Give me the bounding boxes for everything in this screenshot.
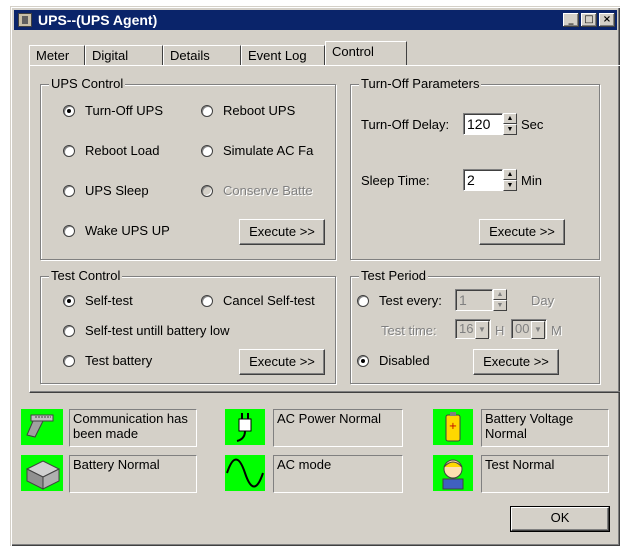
radio-indicator — [201, 294, 213, 307]
control-panel: UPS Control Turn-Off UPS Reboot UPS Rebo… — [29, 65, 620, 393]
radio-indicator — [63, 104, 75, 117]
radio-indicator — [201, 184, 213, 197]
chevron-down-icon: ▼ — [531, 321, 545, 339]
ac-mode-status: AC mode — [273, 455, 403, 493]
radio-indicator — [63, 144, 75, 157]
ok-button[interactable]: OK — [510, 506, 610, 532]
radio-indicator — [357, 354, 369, 367]
test-period-group: Test Period Test every: 1 ▲ ▼ Day Test ti… — [350, 268, 600, 384]
close-button[interactable]: × — [599, 13, 615, 27]
tab-event-log[interactable]: Event Log — [241, 45, 325, 65]
simulate-ac-fail-radio[interactable]: Simulate AC Fa — [201, 143, 313, 158]
minimize-button[interactable]: _ — [563, 13, 579, 27]
ups-agent-window: UPS--(UPS Agent) _ □ × Meter Digital Det… — [10, 6, 620, 546]
tab-details[interactable]: Details — [163, 45, 241, 65]
sleep-time-input[interactable]: 2 — [463, 169, 503, 191]
test-every-radio[interactable]: Test every: — [357, 293, 442, 308]
radio-indicator — [201, 104, 213, 117]
turn-off-delay-label: Turn-Off Delay: — [361, 117, 450, 132]
spin-down-icon[interactable]: ▼ — [503, 124, 517, 135]
turn-off-delay-unit: Sec — [521, 117, 544, 132]
hour-unit-label: H — [495, 323, 505, 338]
spin-up-icon[interactable]: ▲ — [503, 113, 517, 124]
tab-meter[interactable]: Meter — [29, 45, 85, 65]
test-control-execute-button[interactable]: Execute >> — [239, 349, 325, 375]
cable-plug-icon — [21, 409, 63, 445]
radio-indicator — [357, 294, 369, 307]
disabled-radio[interactable]: Disabled — [357, 353, 430, 368]
test-every-spinner: ▲ ▼ — [493, 289, 507, 311]
turn-off-parameters-group: Turn-Off Parameters Turn-Off Delay: 120 … — [350, 76, 600, 260]
turn-off-parameters-title: Turn-Off Parameters — [359, 76, 482, 91]
chevron-down-icon: ▼ — [475, 321, 489, 339]
radio-indicator — [201, 144, 213, 157]
sine-wave-icon — [225, 455, 265, 491]
spin-down-icon: ▼ — [493, 300, 507, 311]
ups-sleep-radio[interactable]: UPS Sleep — [63, 183, 149, 198]
turn-off-execute-button[interactable]: Execute >> — [479, 219, 565, 245]
cancel-self-test-radio[interactable]: Cancel Self-test — [201, 293, 315, 308]
app-icon — [18, 13, 32, 27]
title-bar[interactable]: UPS--(UPS Agent) _ □ × — [14, 10, 617, 30]
sleep-time-label: Sleep Time: — [361, 173, 430, 188]
radio-indicator — [63, 184, 75, 197]
conserve-battery-radio: Conserve Batte — [201, 183, 313, 198]
test-control-group: Test Control Self-test Cancel Self-test … — [40, 268, 336, 384]
minute-unit-label: M — [551, 323, 562, 338]
turn-off-delay-input[interactable]: 120 — [463, 113, 503, 135]
ups-control-title: UPS Control — [49, 76, 126, 91]
ups-control-group: UPS Control Turn-Off UPS Reboot UPS Rebo… — [40, 76, 336, 260]
test-status: Test Normal — [481, 455, 609, 493]
radio-indicator — [63, 354, 75, 367]
reboot-ups-radio[interactable]: Reboot UPS — [201, 103, 295, 118]
turn-off-delay-spinner[interactable]: ▲ ▼ — [503, 113, 517, 135]
test-period-execute-button[interactable]: Execute >> — [473, 349, 559, 375]
turn-off-ups-radio[interactable]: Turn-Off UPS — [63, 103, 163, 118]
communication-status: Communication has been made — [69, 409, 197, 447]
hour-select: 16 ▼ — [455, 319, 491, 339]
radio-indicator — [63, 294, 75, 307]
spin-up-icon: ▲ — [493, 289, 507, 300]
reboot-load-radio[interactable]: Reboot Load — [63, 143, 159, 158]
battery-voltage-status: Battery Voltage Normal — [481, 409, 609, 447]
ac-power-status: AC Power Normal — [273, 409, 403, 447]
self-test-radio[interactable]: Self-test — [63, 293, 133, 308]
wake-ups-up-radio[interactable]: Wake UPS UP — [63, 223, 170, 238]
test-battery-radio[interactable]: Test battery — [63, 353, 152, 368]
tab-control[interactable]: Control — [325, 41, 407, 65]
window-title: UPS--(UPS Agent) — [38, 12, 158, 28]
battery-icon: + — [433, 409, 473, 445]
battery-status: Battery Normal — [69, 455, 197, 493]
power-plug-icon — [225, 409, 265, 445]
day-label: Day — [531, 293, 555, 308]
technician-icon — [433, 455, 473, 491]
maximize-button[interactable]: □ — [581, 13, 597, 27]
svg-text:+: + — [449, 421, 457, 432]
battery-pack-icon — [21, 455, 63, 491]
sleep-time-unit: Min — [521, 173, 542, 188]
minute-select: 00 ▼ — [511, 319, 547, 339]
tab-digital[interactable]: Digital — [85, 45, 163, 65]
radio-indicator — [63, 324, 75, 337]
test-every-input: 1 — [455, 289, 493, 311]
self-test-until-battery-low-radio[interactable]: Self-test untill battery low — [63, 323, 230, 338]
spin-down-icon[interactable]: ▼ — [503, 180, 517, 191]
radio-indicator — [63, 224, 75, 237]
test-time-label: Test time: — [381, 323, 437, 338]
ups-control-execute-button[interactable]: Execute >> — [239, 219, 325, 245]
sleep-time-spinner[interactable]: ▲ ▼ — [503, 169, 517, 191]
test-period-title: Test Period — [359, 268, 429, 283]
spin-up-icon[interactable]: ▲ — [503, 169, 517, 180]
test-control-title: Test Control — [49, 268, 123, 283]
